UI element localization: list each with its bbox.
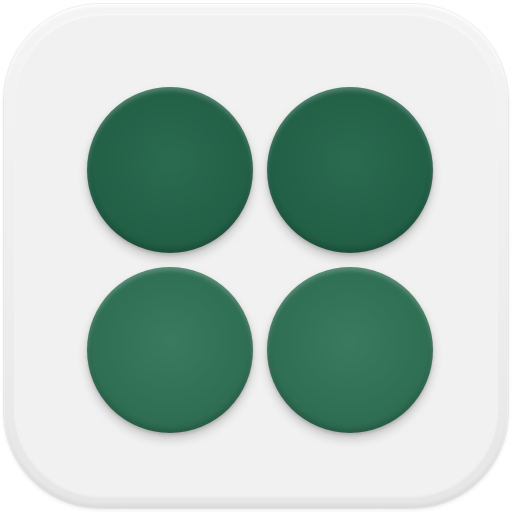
bottom-left-dot-icon (87, 267, 253, 433)
screenshot-canvas (0, 0, 512, 512)
bottom-right-dot-icon (267, 267, 433, 433)
top-right-dot-icon (267, 87, 433, 253)
top-left-dot-icon (87, 87, 253, 253)
app-icon[interactable] (4, 4, 508, 508)
